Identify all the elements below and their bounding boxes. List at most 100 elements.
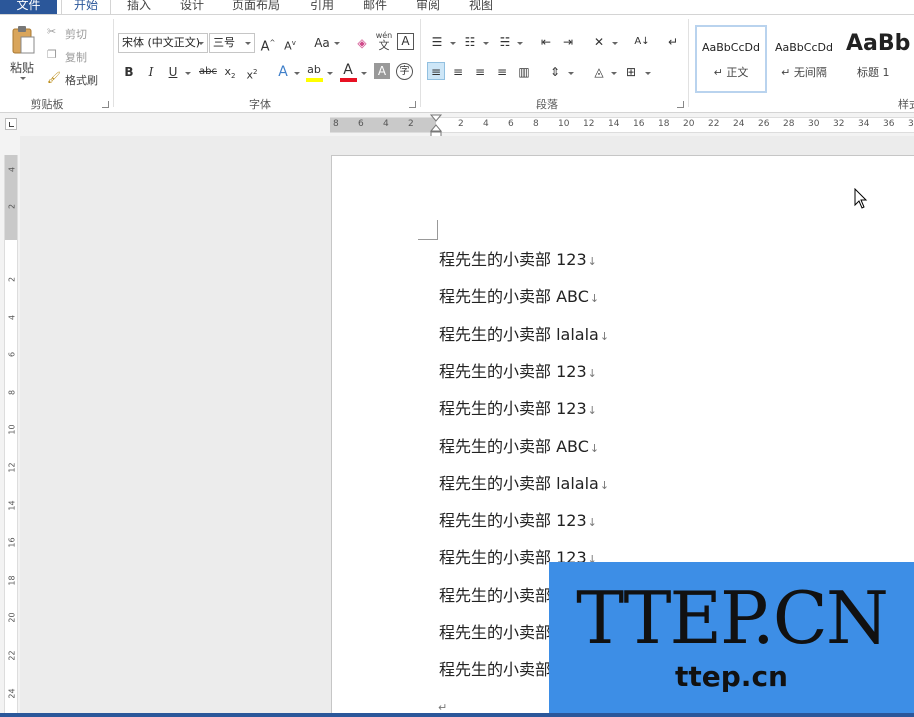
- document-line[interactable]: 程先生的小卖部 lalala↓: [439, 321, 609, 345]
- shading-bucket-icon[interactable]: ◬: [590, 63, 608, 81]
- ruler-tick-label: 6: [358, 119, 364, 129]
- ruler-tick-label: 2: [408, 119, 414, 129]
- chevron-down-icon: [568, 72, 574, 75]
- tab-page-layout[interactable]: 页面布局: [232, 0, 280, 14]
- bold-icon[interactable]: B: [120, 63, 138, 81]
- tab-view[interactable]: 视图: [469, 0, 493, 14]
- style-no-spacing-sample: AaBbCcDd: [775, 41, 833, 54]
- tab-references[interactable]: 引用: [310, 0, 334, 14]
- format-painter-button[interactable]: 🖌 格式刷: [47, 71, 107, 87]
- paste-button[interactable]: 粘贴: [6, 25, 40, 85]
- cut-button[interactable]: ✂ 剪切: [47, 25, 97, 41]
- document-line[interactable]: 程先生的小卖部 123↓: [439, 358, 597, 382]
- document-line[interactable]: 程先生的小卖部 123↓: [439, 507, 597, 531]
- ruler-tick-label: 4: [7, 314, 17, 320]
- chevron-down-icon: [645, 72, 651, 75]
- line-spacing-icon[interactable]: ⇕: [546, 63, 564, 81]
- document-line-text: 程先生的小卖部 lalala: [439, 324, 599, 344]
- align-center-icon[interactable]: ≡: [449, 63, 467, 81]
- copy-button[interactable]: ❐ 复制: [47, 48, 97, 64]
- text-effects-icon[interactable]: A: [274, 63, 292, 81]
- superscript-icon[interactable]: x2: [243, 63, 261, 82]
- borders-icon[interactable]: ⊞: [622, 63, 640, 81]
- ribbon-tab-bar: 文件 开始 插入 设计 页面布局 引用 邮件 审阅 视图: [0, 0, 914, 14]
- increase-indent-icon[interactable]: ⇥: [559, 33, 577, 51]
- clear-formatting-icon[interactable]: ◈: [353, 34, 371, 52]
- document-line[interactable]: 程先生的小卖部 123↓: [439, 246, 597, 270]
- paragraph-mark-icon: ↓: [587, 366, 597, 380]
- distributed-icon[interactable]: ▥: [515, 63, 533, 81]
- clipboard-group-label: 剪贴板: [30, 98, 64, 111]
- cut-label: 剪切: [65, 28, 87, 41]
- font-size-value: 三号: [213, 36, 235, 49]
- tab-review[interactable]: 审阅: [416, 0, 440, 14]
- subscript-icon[interactable]: x2: [221, 63, 239, 81]
- italic-icon[interactable]: I: [142, 63, 160, 81]
- asian-layout-icon[interactable]: ✕: [590, 33, 608, 51]
- paragraph-launcher-icon[interactable]: [677, 101, 684, 108]
- font-launcher-icon[interactable]: [409, 101, 416, 108]
- chevron-down-icon: [483, 42, 489, 45]
- ruler-tick-label: 32: [833, 119, 845, 129]
- numbering-icon[interactable]: ☷: [461, 33, 479, 51]
- document-line[interactable]: 程先生的小卖部 lalala↓: [439, 470, 609, 494]
- grow-font-icon[interactable]: A^: [259, 34, 277, 54]
- chevron-down-icon: [327, 72, 333, 75]
- character-shading-icon[interactable]: A: [374, 63, 390, 79]
- ruler-tick-label: 22: [708, 119, 720, 129]
- copy-icon: ❐: [47, 48, 57, 61]
- style-normal[interactable]: AaBbCcDd ↵ 正文: [695, 25, 767, 93]
- highlighter-icon: ab: [307, 63, 321, 76]
- tab-design[interactable]: 设计: [180, 0, 204, 14]
- multilevel-list-icon[interactable]: ☵: [496, 33, 514, 51]
- enclose-characters-icon[interactable]: 字: [396, 63, 413, 80]
- font-family-select[interactable]: 宋体 (中文正文): [118, 33, 208, 53]
- status-bar: [0, 713, 914, 717]
- tab-file[interactable]: 文件: [0, 0, 57, 14]
- chevron-down-icon: [294, 72, 300, 75]
- vertical-ruler[interactable]: 4 2 2 4 6 8 10 12 14 16 18 20 22 24: [4, 155, 18, 715]
- strikethrough-icon[interactable]: abc: [197, 63, 219, 81]
- document-line[interactable]: 程先生的小卖部↓: [439, 619, 561, 643]
- paste-icon: [12, 26, 35, 54]
- font-size-select[interactable]: 三号: [209, 33, 255, 53]
- justify-icon[interactable]: ≡: [493, 63, 511, 81]
- decrease-indent-icon[interactable]: ⇤: [537, 33, 555, 51]
- font-color-icon: A: [343, 62, 353, 78]
- tab-mailings[interactable]: 邮件: [363, 0, 387, 14]
- align-left-icon[interactable]: ≡: [427, 62, 445, 80]
- bullets-icon[interactable]: ☰: [428, 33, 446, 51]
- clipboard-launcher-icon[interactable]: [102, 101, 109, 108]
- style-heading-1[interactable]: AaBb 标题 1: [841, 25, 914, 93]
- watermark-title: TTEP.CN: [576, 576, 889, 660]
- scissors-icon: ✂: [47, 25, 57, 38]
- document-line-text: 程先生的小卖部: [439, 660, 552, 680]
- document-line[interactable]: 程先生的小卖部↓: [439, 582, 561, 606]
- style-no-spacing[interactable]: AaBbCcDd ↵ 无间隔: [768, 25, 840, 93]
- paragraph-mark-icon: ↓: [589, 292, 600, 306]
- ruler-tick-label: 16: [7, 537, 17, 548]
- underline-icon[interactable]: U: [164, 63, 182, 81]
- style-heading-1-sample: AaBb: [846, 31, 911, 56]
- phonetic-guide-button[interactable]: wén 文: [374, 31, 394, 53]
- ruler-tick-label: 14: [7, 500, 17, 511]
- ruler-tick-label: 36: [883, 119, 895, 129]
- highlight-color-button[interactable]: ab: [305, 61, 325, 83]
- document-line[interactable]: 程先生的小卖部 123↓: [439, 395, 597, 419]
- tab-insert[interactable]: 插入: [127, 0, 151, 14]
- sort-icon[interactable]: A↓: [633, 33, 651, 51]
- font-group-label: 字体: [249, 98, 271, 111]
- document-line[interactable]: 程先生的小卖部 ABC↓: [439, 433, 599, 457]
- ruler-tick-label: 10: [7, 424, 17, 435]
- align-right-icon[interactable]: ≡: [471, 63, 489, 81]
- tab-selector-icon[interactable]: [5, 118, 17, 130]
- tab-home[interactable]: 开始: [61, 0, 111, 14]
- shrink-font-icon[interactable]: Av: [281, 34, 299, 53]
- document-line[interactable]: 程先生的小卖部↓: [439, 656, 561, 680]
- document-line[interactable]: 程先生的小卖部 ABC↓: [439, 283, 599, 307]
- show-marks-icon[interactable]: ↵: [664, 33, 682, 51]
- change-case-icon[interactable]: Aa: [310, 34, 334, 52]
- character-border-icon[interactable]: A: [397, 33, 414, 50]
- font-color-button[interactable]: A: [339, 61, 359, 83]
- horizontal-ruler[interactable]: 86422468101214161820222426283032343638: [330, 114, 914, 139]
